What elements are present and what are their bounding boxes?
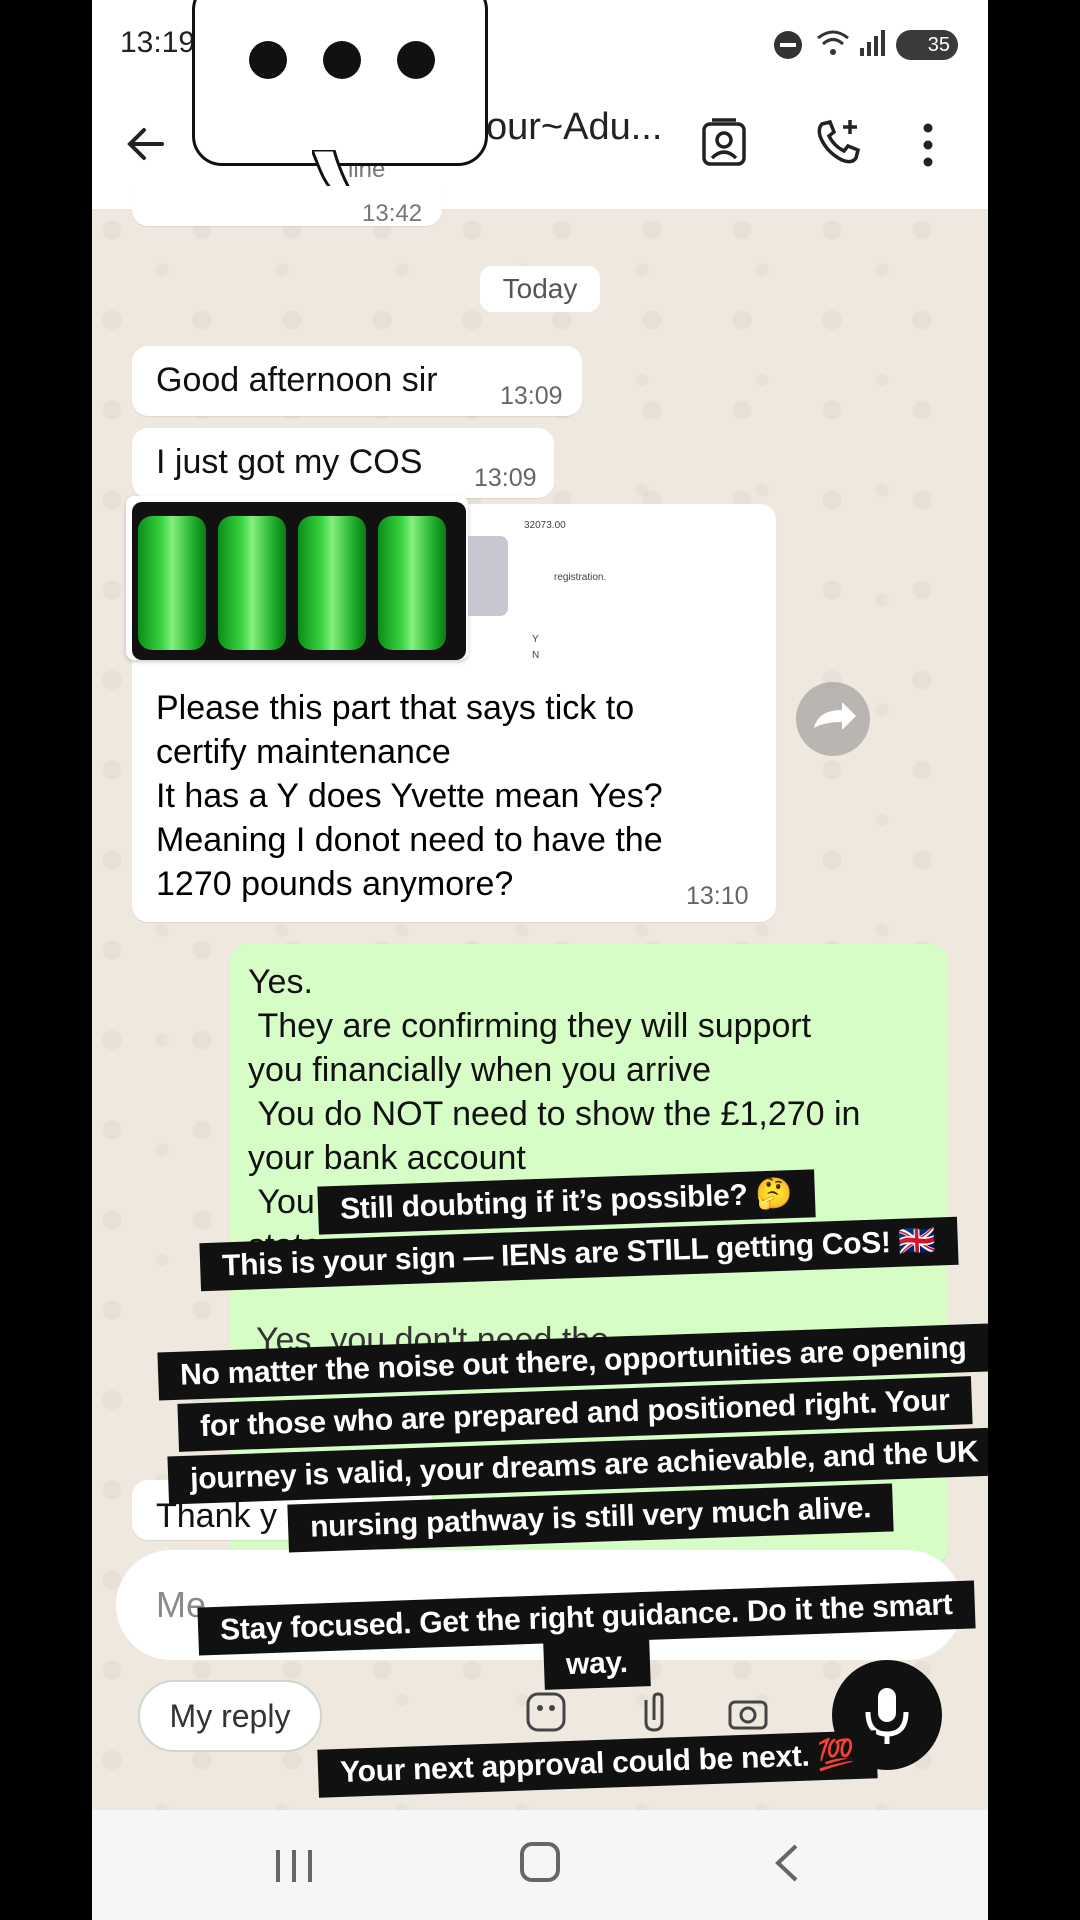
wifi-icon [816,28,850,58]
message-time: 13:09 [500,382,563,410]
image-snippet: Y [532,634,539,645]
image-caption: Please this part that says tick to certi… [156,689,663,903]
message-bubble[interactable]: I just got my COS 13:09 [132,428,554,498]
message-time: 13:09 [474,464,537,492]
recents-icon[interactable] [272,1848,316,1884]
home-icon[interactable] [520,1842,560,1882]
quick-reply-chip[interactable]: My reply [138,1680,322,1752]
nav-back-icon[interactable] [772,1842,802,1884]
back-arrow-icon[interactable] [122,120,170,168]
status-time: 13:19 [120,26,196,59]
image-snippet: registration. [554,572,607,583]
system-nav-bar [92,1810,988,1920]
battery-cell [378,516,446,650]
contact-card-icon[interactable] [698,116,750,168]
forward-button[interactable] [796,682,870,756]
forward-icon [814,702,856,730]
typing-bubble-sticker [192,0,488,166]
caption-line: way. [543,1638,651,1690]
phone-screen: 13:19 35 our~Adu... line 13:42 Today Goo… [92,0,988,1920]
typing-dot [397,41,435,79]
previous-message-time: 13:42 [362,200,423,227]
typing-dot [323,41,361,79]
message-bubble[interactable]: Good afternoon sir 13:09 [132,346,582,416]
add-call-icon[interactable] [812,116,864,168]
message-time: 13:10 [686,882,749,910]
do-not-disturb-icon [774,31,802,59]
image-snippet: N [532,650,540,661]
battery-cell [298,516,366,650]
image-snippet: 32073.00 [524,520,566,531]
battery-sticker [126,496,508,660]
battery-cell [218,516,286,650]
attach-icon[interactable] [632,1690,676,1734]
message-text: Good afternoon sir [156,361,438,399]
signal-icon [858,28,888,58]
date-separator: Today [480,266,600,312]
sticker-icon[interactable] [524,1690,568,1734]
typing-dot [249,41,287,79]
battery-sticker-body [132,502,466,660]
battery-sticker-nub [468,536,508,616]
battery-cell [138,516,206,650]
camera-icon[interactable] [726,1690,770,1734]
message-text: I just got my COS [156,443,423,481]
chat-title[interactable]: our~Adu... [486,106,662,149]
battery-indicator: 35 [896,30,958,60]
more-vert-icon[interactable] [918,120,938,170]
